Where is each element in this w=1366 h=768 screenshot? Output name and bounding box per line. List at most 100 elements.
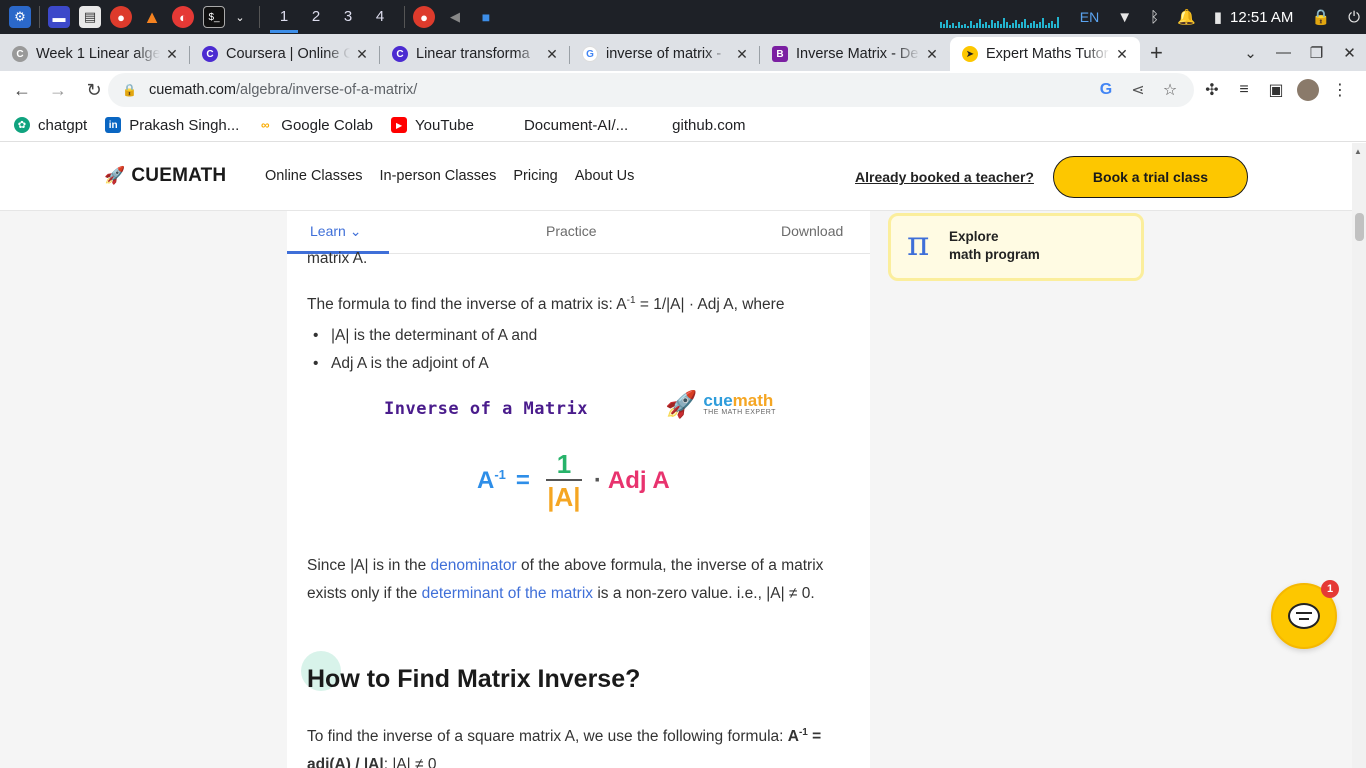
- tab-learn[interactable]: Learn ⌄: [310, 223, 361, 240]
- page-scrollbar[interactable]: ▲: [1352, 143, 1366, 768]
- window-close-icon[interactable]: ✕: [1333, 44, 1366, 62]
- close-icon[interactable]: ✕: [544, 46, 560, 63]
- terminal-icon[interactable]: $_: [203, 6, 225, 28]
- since-paragraph: Since |A| is in the denominator of the a…: [307, 557, 824, 602]
- bookmark-star-icon[interactable]: ☆: [1154, 80, 1186, 100]
- bookmark-linkedin[interactable]: in Prakash Singh...: [105, 117, 239, 134]
- google-lens-icon[interactable]: G: [1090, 81, 1122, 99]
- notification-bell-icon[interactable]: 🔔: [1177, 8, 1196, 26]
- main-nav: Online Classes In-person Classes Pricing…: [265, 168, 651, 184]
- bookmark-colab[interactable]: ∞ Google Colab: [257, 117, 373, 134]
- tab-title: Coursera | Online C: [226, 46, 350, 62]
- battery-icon[interactable]: ▮: [1214, 8, 1222, 26]
- clock[interactable]: 12:51 AM: [1230, 9, 1293, 26]
- bluetooth-icon[interactable]: ᛒ: [1150, 9, 1159, 26]
- browser-tab-active[interactable]: ➤ Expert Maths Tutor ✕: [950, 37, 1140, 71]
- rocket-icon: 🚀: [665, 389, 698, 419]
- browser-tab[interactable]: C Week 1 Linear alge ✕: [0, 37, 190, 71]
- vlc-icon[interactable]: ▲: [141, 6, 163, 28]
- scrollbar-thumb[interactable]: [1355, 213, 1364, 241]
- scroll-up-arrow-icon[interactable]: ▲: [1354, 147, 1362, 156]
- diagram-logo-tagline: THE MATH EXPERT: [703, 409, 776, 416]
- minimize-icon[interactable]: —: [1267, 44, 1300, 61]
- url-host: cuemath.com: [148, 82, 236, 98]
- bookmark-chatgpt[interactable]: ✿ chatgpt: [14, 117, 87, 134]
- close-icon[interactable]: ✕: [354, 46, 370, 63]
- reload-icon[interactable]: ↻: [78, 80, 110, 101]
- youtube-icon: ▶: [391, 117, 408, 133]
- keyboard-language[interactable]: EN: [1080, 9, 1099, 25]
- workspace-1[interactable]: 1: [268, 0, 300, 34]
- bookmarks-bar: ✿ chatgpt in Prakash Singh... ∞ Google C…: [0, 109, 1366, 142]
- bookmark-github[interactable]: github.com: [648, 117, 746, 134]
- folder-window-icon[interactable]: ■: [475, 6, 497, 28]
- bookmark-document-ai[interactable]: Document-AI/...: [499, 117, 628, 134]
- diagram-title: Inverse of a Matrix: [384, 399, 588, 419]
- formula-rhs: Adj A: [607, 467, 670, 494]
- forward-arrow-icon[interactable]: →: [42, 80, 74, 101]
- bookmark-label: Google Colab: [281, 116, 374, 134]
- back-arrow-icon[interactable]: ←: [6, 80, 38, 101]
- more-menu-icon[interactable]: ⋮: [1324, 80, 1356, 100]
- chrome-icon[interactable]: ●: [110, 6, 132, 28]
- book-trial-button[interactable]: Book a trial class: [1053, 156, 1248, 198]
- already-booked-link[interactable]: Already booked a teacher?: [855, 169, 1034, 185]
- nav-online-classes[interactable]: Online Classes: [265, 168, 363, 184]
- cuemath-logo[interactable]: 🚀 CUEMATH: [104, 165, 226, 187]
- network-graph-icon: [939, 6, 1060, 28]
- chrome-window-icon[interactable]: ●: [413, 6, 435, 28]
- chevron-down-icon[interactable]: ⌄: [229, 6, 251, 28]
- explore-math-program-card[interactable]: π Explore math program: [888, 213, 1144, 281]
- coursera-gray-icon: C: [12, 46, 28, 62]
- profile-avatar[interactable]: [1297, 79, 1319, 101]
- power-icon[interactable]: ⏻: [1348, 9, 1360, 26]
- browser-tab[interactable]: C Linear transforma ✕: [380, 37, 570, 71]
- side-panel-icon[interactable]: ▣: [1260, 80, 1292, 100]
- workspace-3[interactable]: 3: [332, 0, 364, 34]
- tab-download[interactable]: Download: [781, 223, 843, 239]
- browser-tab[interactable]: C Coursera | Online C ✕: [190, 37, 380, 71]
- tab-title: Inverse Matrix - De: [796, 46, 919, 62]
- padlock-icon[interactable]: 🔒: [122, 83, 137, 97]
- close-icon[interactable]: ✕: [1114, 46, 1130, 63]
- browser-tab[interactable]: B Inverse Matrix - De ✕: [760, 37, 950, 71]
- share-icon[interactable]: ⋖: [1122, 80, 1154, 100]
- extensions-puzzle-icon[interactable]: ✣: [1196, 80, 1228, 100]
- byjus-icon: B: [772, 46, 788, 62]
- bookmark-youtube[interactable]: ▶ YouTube: [391, 117, 474, 134]
- tab-search-chevron-icon[interactable]: ⌄: [1234, 44, 1267, 62]
- close-icon[interactable]: ✕: [164, 46, 180, 63]
- close-icon[interactable]: ✕: [924, 46, 940, 63]
- file-manager-icon[interactable]: ▤: [79, 6, 101, 28]
- screen-recorder-icon[interactable]: ◐: [172, 6, 194, 28]
- address-bar[interactable]: 🔒 cuemath.com/algebra/inverse-of-a-matri…: [108, 73, 1194, 107]
- browser-tab[interactable]: G inverse of matrix - ✕: [570, 37, 760, 71]
- reading-list-icon[interactable]: ≡: [1228, 81, 1260, 99]
- close-icon[interactable]: ✕: [734, 46, 750, 63]
- taskbar-separator: [39, 6, 40, 28]
- kali-menu-icon[interactable]: ⚙: [9, 6, 31, 28]
- colab-icon: ∞: [261, 118, 270, 132]
- restore-icon[interactable]: ❐: [1300, 44, 1333, 62]
- formula-lhs: A-1: [477, 467, 506, 494]
- github-icon: [499, 117, 516, 133]
- nav-pricing[interactable]: Pricing: [513, 168, 557, 184]
- workspace-4[interactable]: 4: [364, 0, 396, 34]
- denominator-link[interactable]: denominator: [431, 557, 517, 574]
- volume-icon[interactable]: ◀: [444, 6, 466, 28]
- nav-in-person-classes[interactable]: In-person Classes: [380, 168, 497, 184]
- lock-icon[interactable]: 🔒: [1311, 8, 1330, 26]
- diagram-logo-word: cuemath: [703, 391, 774, 410]
- workspace-2[interactable]: 2: [300, 0, 332, 34]
- formula-dot: ·: [593, 467, 602, 494]
- new-tab-plus-icon[interactable]: +: [1150, 37, 1163, 71]
- determinant-link[interactable]: determinant of the matrix: [422, 585, 593, 602]
- tab-title: Week 1 Linear alge: [36, 46, 160, 62]
- logo-text: CUEMATH: [131, 165, 227, 186]
- desktop-icon[interactable]: ▬: [48, 6, 70, 28]
- web-page: 🚀 CUEMATH Online Classes In-person Class…: [0, 143, 1352, 768]
- tab-practice[interactable]: Practice: [546, 223, 597, 239]
- formula-sentence: The formula to find the inverse of a mat…: [307, 295, 785, 314]
- wifi-icon[interactable]: ▼: [1117, 9, 1132, 26]
- nav-about-us[interactable]: About Us: [575, 168, 635, 184]
